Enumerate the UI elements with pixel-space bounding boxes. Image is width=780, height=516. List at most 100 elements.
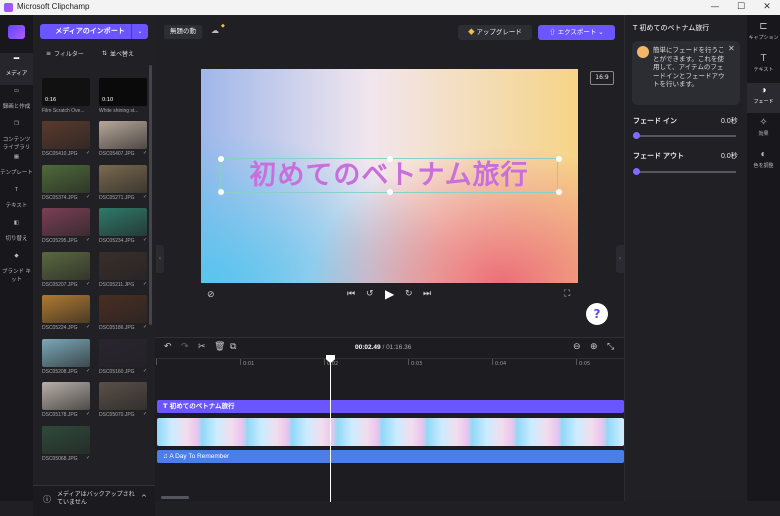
rewind-5-icon[interactable]: ↺: [366, 289, 374, 299]
nav-item-brand[interactable]: ◆ ブランド キット: [0, 251, 33, 283]
redo-icon[interactable]: ↷: [181, 342, 189, 352]
zoom-in-icon[interactable]: ⊕: [590, 342, 598, 352]
media-thumbnail[interactable]: 0:16: [42, 78, 90, 106]
maximize-button[interactable]: ☐: [728, 0, 754, 15]
media-thumbnail[interactable]: [42, 251, 90, 280]
nav-item-label: コンテンツ ライブラリ: [2, 137, 31, 151]
close-tip-icon[interactable]: ✕: [728, 44, 735, 54]
added-check-icon: ✓: [143, 193, 148, 200]
rail-item-captions[interactable]: ⊏ キャプション: [747, 19, 780, 49]
fade-in-slider-handle[interactable]: [633, 132, 640, 139]
media-thumbnail[interactable]: [99, 164, 147, 193]
rail-item-label: フェード: [753, 99, 774, 105]
playhead[interactable]: [330, 358, 331, 502]
skip-forward-icon[interactable]: ⏭: [423, 289, 431, 299]
media-label: DSC05234.JPG: [99, 238, 135, 244]
media-scrollbar[interactable]: [149, 65, 152, 325]
media-thumbnail[interactable]: [99, 382, 147, 410]
aspect-ratio-button[interactable]: 16:9: [590, 71, 614, 85]
media-label: DSC05070.JPG: [99, 412, 135, 418]
added-check-icon: ✓: [86, 367, 91, 374]
media-thumbnail[interactable]: [42, 295, 90, 323]
resize-handle[interactable]: [218, 156, 224, 162]
rail-item-effects[interactable]: ✧ 効果: [747, 115, 780, 145]
help-button[interactable]: ?: [586, 303, 608, 325]
fade-out-slider[interactable]: [633, 171, 736, 173]
ruler-divider: [155, 358, 624, 359]
caption-off-icon[interactable]: ⊘: [207, 290, 215, 300]
hint-emoji-icon: [637, 46, 649, 58]
media-thumbnail[interactable]: [42, 121, 90, 149]
play-button[interactable]: ▶: [385, 287, 394, 301]
media-thumbnail[interactable]: [42, 164, 90, 193]
media-panel: メディアのインポート ⌄ ≡ フィルター ⇅ 並べ替え 0:16 Film Scr…: [33, 15, 155, 516]
resize-handle[interactable]: [387, 156, 393, 162]
rail-item-text[interactable]: T テキスト: [747, 51, 780, 81]
zoom-out-icon[interactable]: ⊖: [573, 342, 581, 352]
text-track-icon: T: [163, 402, 170, 410]
nav-item-transition[interactable]: ◧ 切り替え: [0, 218, 33, 250]
nav-item-library[interactable]: ❐ コンテンツ ライブラリ: [0, 119, 33, 151]
resize-handle[interactable]: [218, 189, 224, 195]
brand-icon: ◆: [14, 253, 19, 259]
media-label: DSC05178.JPG: [42, 412, 78, 418]
nav-item-camera[interactable]: ▭ 録画と作成: [0, 86, 33, 118]
upgrade-button[interactable]: ◆ アップグレード: [458, 25, 532, 40]
media-thumbnail[interactable]: [99, 295, 147, 323]
delete-icon[interactable]: 🗑: [214, 342, 225, 352]
added-check-icon: ✓: [143, 411, 148, 417]
fade-in-slider[interactable]: [633, 135, 736, 137]
resize-handle[interactable]: [556, 156, 562, 162]
collapse-left-panel-button[interactable]: ‹: [156, 245, 164, 273]
close-window-button[interactable]: ✕: [754, 0, 780, 15]
export-label: エクスポート: [557, 29, 597, 36]
resize-handle[interactable]: [387, 189, 393, 195]
media-thumbnail[interactable]: [42, 208, 90, 236]
split-scissors-icon[interactable]: ✂: [198, 342, 206, 352]
fit-timeline-icon[interactable]: ⤡: [607, 342, 614, 352]
right-rail: ⊏ キャプション T テキスト ◑ フェード ✧ 効果 ◐ 色を調整: [747, 15, 780, 501]
export-button[interactable]: ⇧ エクスポート ⌄: [538, 25, 615, 40]
properties-header: T 初めてのベトナム旅行: [633, 23, 709, 33]
text-overlay-box[interactable]: 初めてのベトナム旅行: [218, 156, 562, 195]
media-thumbnail[interactable]: [42, 382, 90, 410]
text-track-clip[interactable]: T 初めてのベトナム旅行: [157, 400, 624, 413]
media-thumbnail[interactable]: [42, 338, 90, 367]
rail-item-fade[interactable]: ◑ フェード: [747, 83, 780, 113]
media-thumbnail[interactable]: [99, 121, 147, 149]
tick-mark: [408, 359, 409, 365]
import-media-button[interactable]: メディアのインポート: [40, 24, 140, 39]
text-icon: T: [14, 187, 19, 193]
duplicate-icon[interactable]: ⧉: [230, 342, 236, 352]
media-thumbnail[interactable]: [99, 338, 147, 367]
filter-button[interactable]: ≡ フィルター: [46, 45, 84, 61]
text-overlay[interactable]: 初めてのベトナム旅行: [221, 159, 557, 193]
media-thumbnail[interactable]: 0:10: [99, 78, 147, 106]
media-thumbnail[interactable]: [99, 251, 147, 280]
nav-item-folder[interactable]: ▬ メディア: [0, 53, 33, 85]
timeline-scrollbar[interactable]: [161, 496, 189, 499]
undo-icon[interactable]: ↶: [164, 342, 172, 352]
import-options-chevron-icon[interactable]: ⌄: [131, 24, 148, 39]
resize-handle[interactable]: [556, 189, 562, 195]
upgrade-label: アップグレード: [476, 29, 522, 36]
skip-back-icon[interactable]: ⏮: [347, 289, 355, 299]
media-thumbnail[interactable]: [42, 425, 90, 454]
media-thumbnail[interactable]: [99, 208, 147, 236]
nav-item-templates[interactable]: ▦ テンプレート: [0, 152, 33, 184]
video-preview[interactable]: 初めてのベトナム旅行: [201, 69, 578, 283]
minimize-button[interactable]: —: [702, 0, 728, 15]
effects-icon: ✧: [759, 117, 768, 128]
added-check-icon: ✓: [86, 150, 91, 156]
collapse-right-panel-button[interactable]: ›: [616, 245, 624, 273]
forward-5-icon[interactable]: ↻: [405, 289, 413, 299]
fade-out-slider-handle[interactable]: [633, 168, 640, 175]
audio-track-clip[interactable]: ♫ A Day To Remember: [157, 450, 624, 463]
nav-item-text[interactable]: T テキスト: [0, 185, 33, 217]
fullscreen-icon[interactable]: ⛶: [564, 289, 570, 299]
nav-item-label: メディア: [5, 71, 28, 77]
video-track-clip[interactable]: [157, 418, 624, 446]
project-name-field[interactable]: 無題の動画: [164, 25, 202, 39]
rail-item-color-adjust[interactable]: ◐ 色を調整: [747, 147, 780, 177]
sort-button[interactable]: ⇅ 並べ替え: [102, 45, 134, 61]
